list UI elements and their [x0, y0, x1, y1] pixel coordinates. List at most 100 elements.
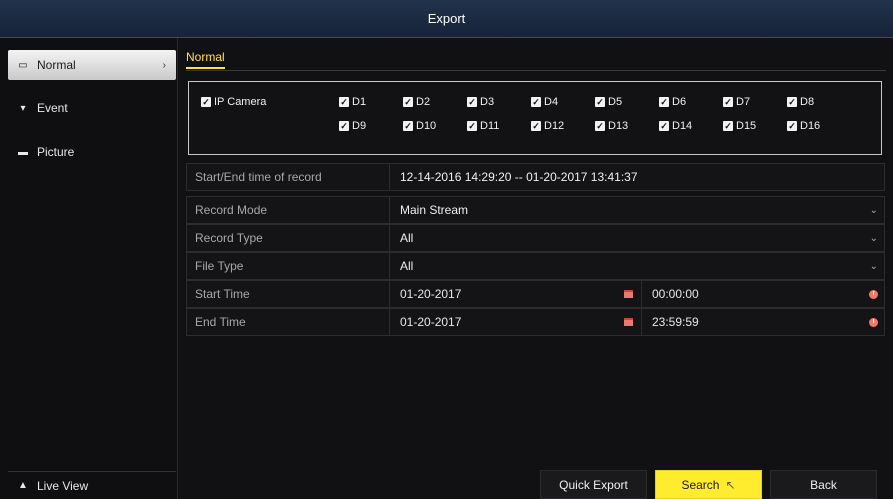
- camera-label: D11: [480, 120, 500, 132]
- search-label: Search: [681, 477, 720, 492]
- quick-export-button[interactable]: Quick Export: [540, 470, 647, 499]
- camera-checkbox[interactable]: ✓ D2: [403, 96, 430, 108]
- camera-checkbox[interactable]: ✓ D4: [531, 96, 558, 108]
- chevron-down-icon: ⌄: [869, 204, 878, 216]
- camera-label: D3: [480, 96, 495, 108]
- file-type-value: All: [400, 259, 414, 273]
- home-icon: ▲: [18, 480, 28, 491]
- event-pin-icon: ▾: [20, 102, 26, 114]
- window-title: Export: [0, 0, 893, 38]
- quick-export-label: Quick Export: [559, 477, 628, 492]
- camera-checkbox[interactable]: ✓ D9: [339, 120, 366, 132]
- checkbox-checked-icon: ✓: [595, 97, 605, 107]
- end-time-label: End Time: [187, 309, 390, 335]
- sidebar: ▭ Normal › ▾ Event ▬ Picture ▲ Live View: [0, 38, 178, 499]
- checkbox-checked-icon: ✓: [531, 97, 541, 107]
- checkbox-checked-icon: ✓: [339, 121, 349, 131]
- camera-label: D15: [736, 120, 757, 132]
- search-button[interactable]: Search ↖: [655, 470, 762, 499]
- back-label: Back: [810, 477, 837, 492]
- sidebar-item-label: Event: [37, 101, 68, 115]
- picture-icon: ▬: [18, 146, 28, 158]
- camera-label: D2: [416, 96, 431, 108]
- calendar-icon[interactable]: [624, 318, 633, 326]
- camera-checkbox[interactable]: ✓ D1: [339, 96, 366, 108]
- ip-camera-label: IP Camera: [214, 96, 267, 108]
- live-view-label: Live View: [37, 478, 89, 493]
- camera-label: D4: [544, 96, 559, 108]
- start-time-row: Start Time 01-20-2017 00:00:00: [186, 280, 885, 308]
- start-date-input[interactable]: 01-20-2017: [390, 281, 642, 307]
- checkbox-checked-icon: ✓: [723, 121, 733, 131]
- record-type-row: Record Type All ⌄: [186, 224, 885, 252]
- camera-checkbox[interactable]: ✓ D15: [723, 120, 756, 132]
- live-view-button[interactable]: ▲ Live View: [8, 471, 176, 499]
- record-mode-label: Record Mode: [187, 197, 390, 223]
- record-mode-row: Record Mode Main Stream ⌄: [186, 196, 885, 224]
- clock-icon[interactable]: [869, 289, 878, 299]
- chevron-down-icon: ⌄: [869, 232, 878, 244]
- camera-checkbox[interactable]: ✓ D11: [467, 120, 499, 132]
- camera-checkbox[interactable]: ✓ D12: [531, 120, 564, 132]
- ip-camera-checkbox[interactable]: ✓ IP Camera: [201, 96, 266, 108]
- start-time-input[interactable]: 00:00:00: [642, 281, 884, 307]
- record-type-value: All: [400, 231, 414, 245]
- start-time-label: Start Time: [187, 281, 390, 307]
- mouse-cursor-icon: ↖: [725, 477, 736, 492]
- end-date-input[interactable]: 01-20-2017: [390, 309, 642, 335]
- checkbox-checked-icon: ✓: [403, 121, 413, 131]
- file-type-label: File Type: [187, 253, 390, 279]
- camera-checkbox[interactable]: ✓ D8: [787, 96, 814, 108]
- end-date-value: 01-20-2017: [400, 315, 462, 329]
- checkbox-checked-icon: ✓: [723, 97, 733, 107]
- checkbox-checked-icon: ✓: [659, 121, 669, 131]
- camera-checkbox[interactable]: ✓ D3: [467, 96, 494, 108]
- record-mode-value: Main Stream: [400, 203, 469, 217]
- calendar-icon[interactable]: [624, 290, 633, 298]
- tab-divider: [186, 70, 886, 71]
- camera-label: D6: [672, 96, 687, 108]
- end-time-input[interactable]: 23:59:59: [642, 309, 884, 335]
- camera-checkbox[interactable]: ✓ D6: [659, 96, 686, 108]
- folder-icon: ▭: [18, 59, 28, 71]
- camera-label: D9: [352, 120, 367, 132]
- camera-checkbox[interactable]: ✓ D14: [659, 120, 692, 132]
- camera-label: D12: [544, 120, 565, 132]
- sidebar-item-picture[interactable]: ▬ Picture: [8, 137, 176, 167]
- sidebar-item-label: Picture: [37, 145, 75, 159]
- tab-normal[interactable]: Normal: [186, 50, 225, 69]
- record-range-value: 12-14-2016 14:29:20 -- 01-20-2017 13:41:…: [400, 170, 638, 184]
- start-date-value: 01-20-2017: [400, 287, 462, 301]
- file-type-row: File Type All ⌄: [186, 252, 885, 280]
- camera-label: D13: [608, 120, 629, 132]
- camera-label: D10: [416, 120, 437, 132]
- camera-checkbox[interactable]: ✓ D5: [595, 96, 622, 108]
- sidebar-item-normal[interactable]: ▭ Normal ›: [8, 50, 176, 80]
- main-panel: Normal ✓ IP Camera ✓ D1 ✓ D2 ✓ D3 ✓ D4 ✓ D5 ✓ D6 ✓ D7…: [178, 38, 893, 499]
- camera-checkbox[interactable]: ✓ D10: [403, 120, 436, 132]
- camera-checkbox[interactable]: ✓ D16: [787, 120, 820, 132]
- sidebar-item-event[interactable]: ▾ Event: [8, 93, 176, 123]
- checkbox-checked-icon: ✓: [787, 121, 797, 131]
- end-time-row: End Time 01-20-2017 23:59:59: [186, 308, 885, 336]
- record-range-row: Start/End time of record 12-14-2016 14:2…: [186, 163, 885, 191]
- camera-label: D14: [672, 120, 693, 132]
- start-time-value: 00:00:00: [652, 287, 699, 301]
- camera-checkbox[interactable]: ✓ D13: [595, 120, 628, 132]
- clock-icon[interactable]: [869, 317, 878, 327]
- file-type-select[interactable]: All ⌄: [390, 253, 884, 279]
- camera-label: D5: [608, 96, 623, 108]
- record-type-label: Record Type: [187, 225, 390, 251]
- record-type-select[interactable]: All ⌄: [390, 225, 884, 251]
- checkbox-checked-icon: ✓: [659, 97, 669, 107]
- checkbox-checked-icon: ✓: [339, 97, 349, 107]
- camera-checkbox[interactable]: ✓ D7: [723, 96, 750, 108]
- camera-selection-panel: ✓ IP Camera ✓ D1 ✓ D2 ✓ D3 ✓ D4 ✓ D5 ✓ D6 ✓ D7 ✓ D8 ✓ D9 ✓…: [188, 81, 882, 155]
- end-time-value: 23:59:59: [652, 315, 699, 329]
- camera-label: D8: [800, 96, 815, 108]
- camera-label: D1: [352, 96, 367, 108]
- checkbox-checked-icon: ✓: [595, 121, 605, 131]
- checkbox-checked-icon: ✓: [201, 97, 211, 107]
- record-mode-select[interactable]: Main Stream ⌄: [390, 197, 884, 223]
- back-button[interactable]: Back: [770, 470, 877, 499]
